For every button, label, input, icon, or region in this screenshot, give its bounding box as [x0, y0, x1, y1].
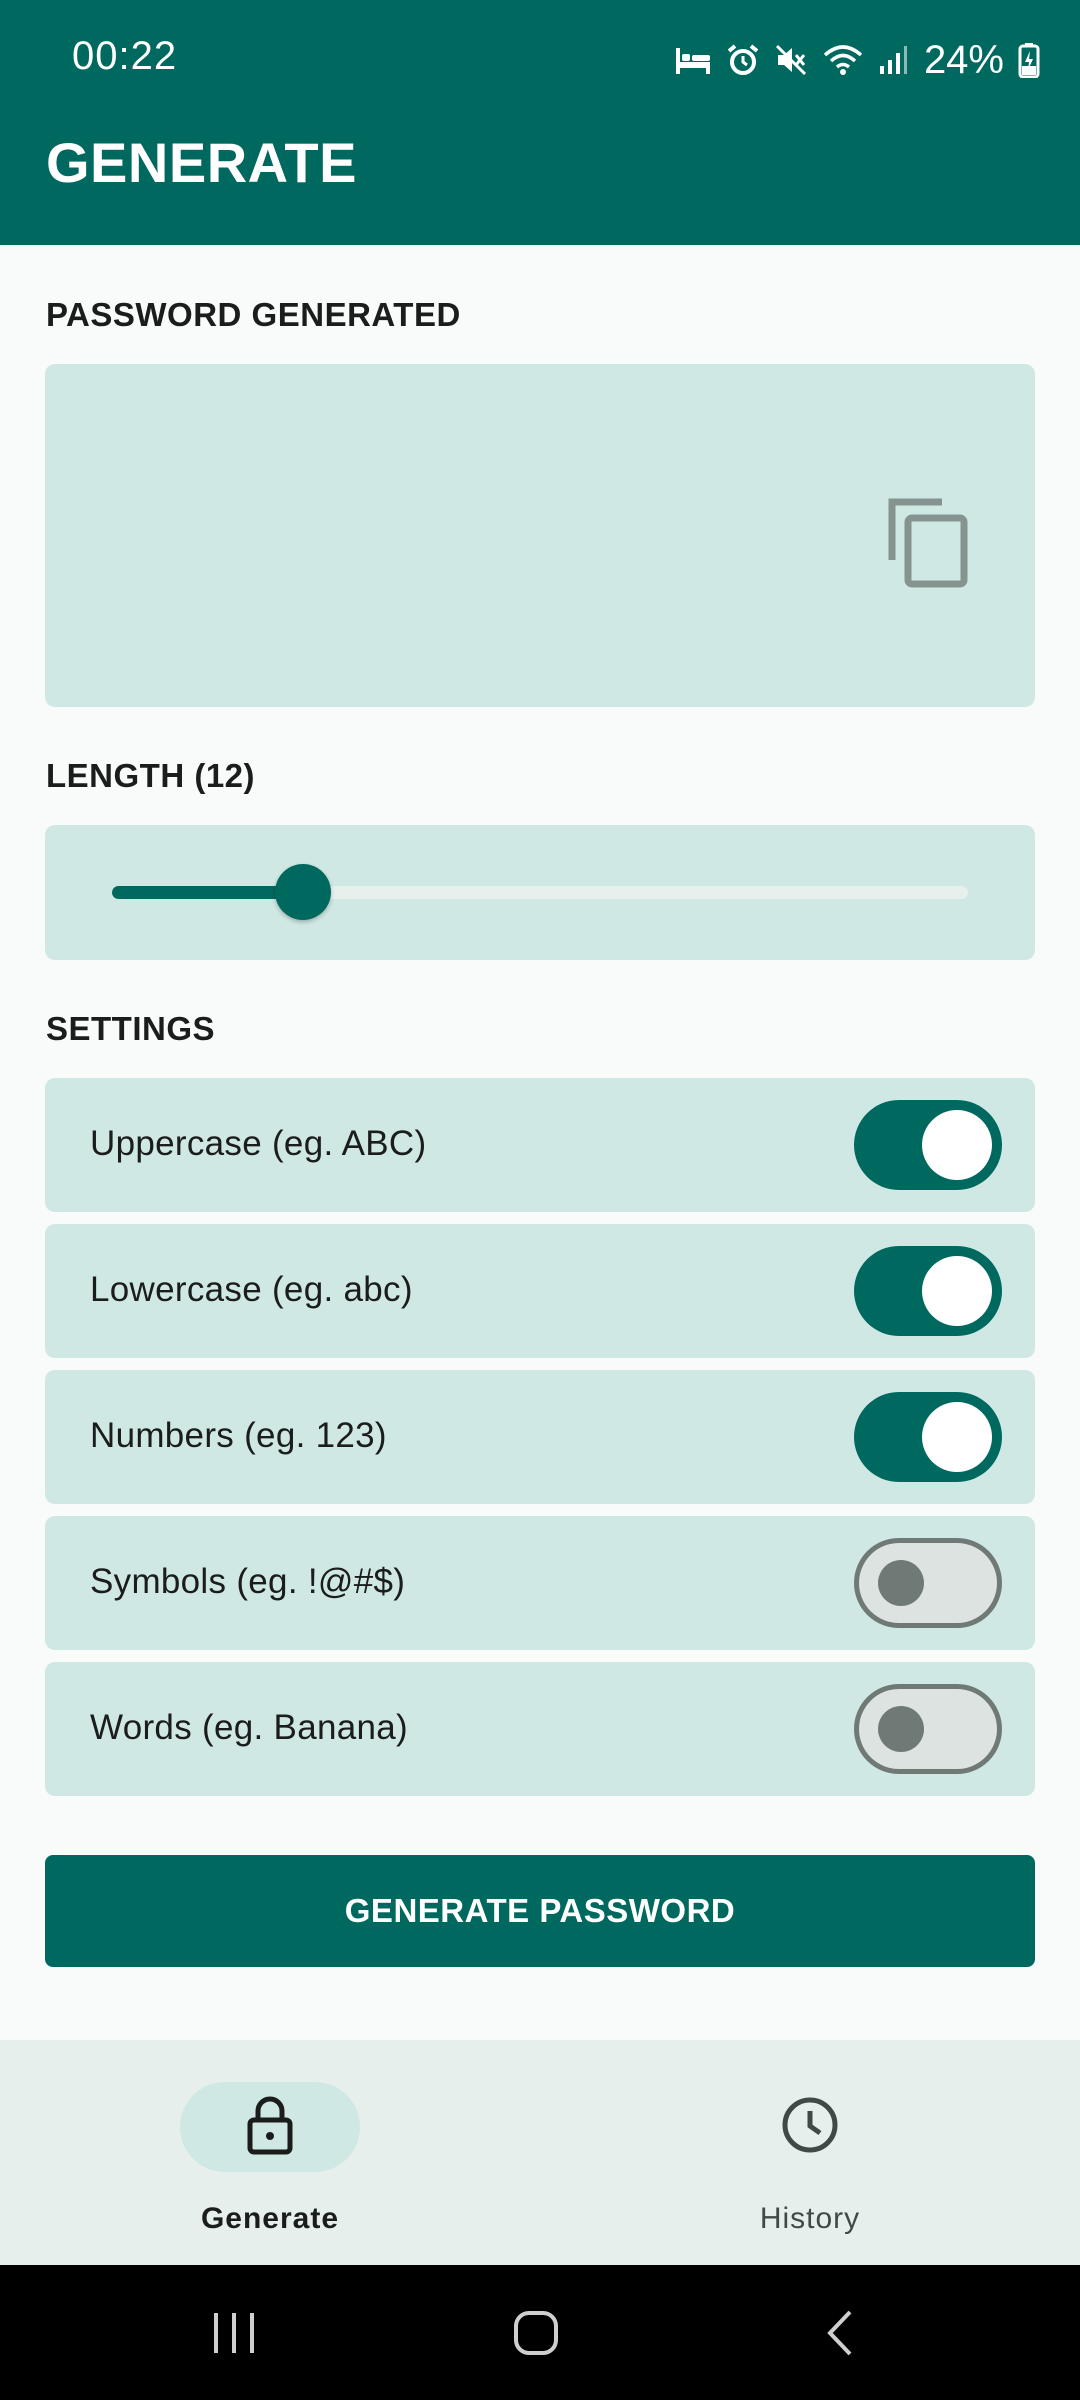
nav-label-history: History [759, 2202, 861, 2235]
back-button[interactable] [800, 2295, 880, 2375]
setting-label: Lowercase (eg. abc) [90, 1270, 413, 1309]
lock-icon [244, 2095, 296, 2160]
recent-apps-button[interactable] [194, 2295, 274, 2375]
system-navigation-bar [0, 2265, 1080, 2400]
nav-label-generate: Generate [200, 2202, 340, 2235]
nav-indicator [720, 2082, 900, 2172]
toggle-knob [878, 1560, 924, 1606]
setting-label: Uppercase (eg. ABC) [90, 1124, 427, 1163]
toggle-knob [922, 1256, 992, 1326]
settings-section-label: SETTINGS [46, 1010, 216, 1047]
toggle-knob [878, 1706, 924, 1752]
bottom-navigation: Generate History [0, 2040, 1080, 2265]
alarm-icon [726, 43, 760, 77]
password-section-label: PASSWORD GENERATED [46, 296, 461, 333]
back-icon [820, 2308, 860, 2363]
setting-words[interactable]: Words (eg. Banana) [45, 1662, 1035, 1796]
app-bar: GENERATE [0, 120, 1080, 245]
setting-lowercase[interactable]: Lowercase (eg. abc) [45, 1224, 1035, 1358]
wifi-icon [822, 43, 864, 77]
password-output-card [45, 364, 1035, 707]
toggle-knob [922, 1402, 992, 1472]
mute-icon [774, 43, 808, 77]
copy-icon [884, 494, 974, 595]
symbols-toggle[interactable] [854, 1538, 1002, 1628]
home-icon [512, 2309, 560, 2362]
status-bar: 00:22 24% [0, 0, 1080, 120]
words-toggle[interactable] [854, 1684, 1002, 1774]
nav-item-history[interactable]: History [630, 2040, 990, 2265]
signal-icon [878, 44, 908, 76]
generate-password-button[interactable]: GENERATE PASSWORD [45, 1855, 1035, 1967]
setting-label: Numbers (eg. 123) [90, 1416, 387, 1455]
setting-numbers[interactable]: Numbers (eg. 123) [45, 1370, 1035, 1504]
status-icons: 24% [674, 32, 1040, 88]
nav-indicator [180, 2082, 360, 2172]
nav-item-generate[interactable]: Generate [90, 2040, 450, 2265]
lowercase-toggle[interactable] [854, 1246, 1002, 1336]
recent-apps-icon [209, 2310, 259, 2361]
setting-uppercase[interactable]: Uppercase (eg. ABC) [45, 1078, 1035, 1212]
length-section-label: LENGTH (12) [46, 757, 256, 794]
bed-icon [674, 44, 712, 76]
slider-thumb[interactable] [275, 864, 331, 920]
copy-button[interactable] [869, 484, 989, 604]
status-time: 00:22 [72, 34, 178, 78]
home-button[interactable] [496, 2295, 576, 2375]
length-slider-card [45, 825, 1035, 960]
clock-icon [780, 2095, 840, 2160]
battery-charging-icon [1018, 42, 1040, 78]
numbers-toggle[interactable] [854, 1392, 1002, 1482]
setting-label: Words (eg. Banana) [90, 1708, 408, 1747]
toggle-knob [922, 1110, 992, 1180]
length-slider[interactable] [112, 864, 968, 920]
setting-symbols[interactable]: Symbols (eg. !@#$) [45, 1516, 1035, 1650]
uppercase-toggle[interactable] [854, 1100, 1002, 1190]
page-title: GENERATE [46, 131, 357, 194]
battery-percentage: 24% [923, 37, 1004, 82]
setting-label: Symbols (eg. !@#$) [90, 1562, 406, 1601]
